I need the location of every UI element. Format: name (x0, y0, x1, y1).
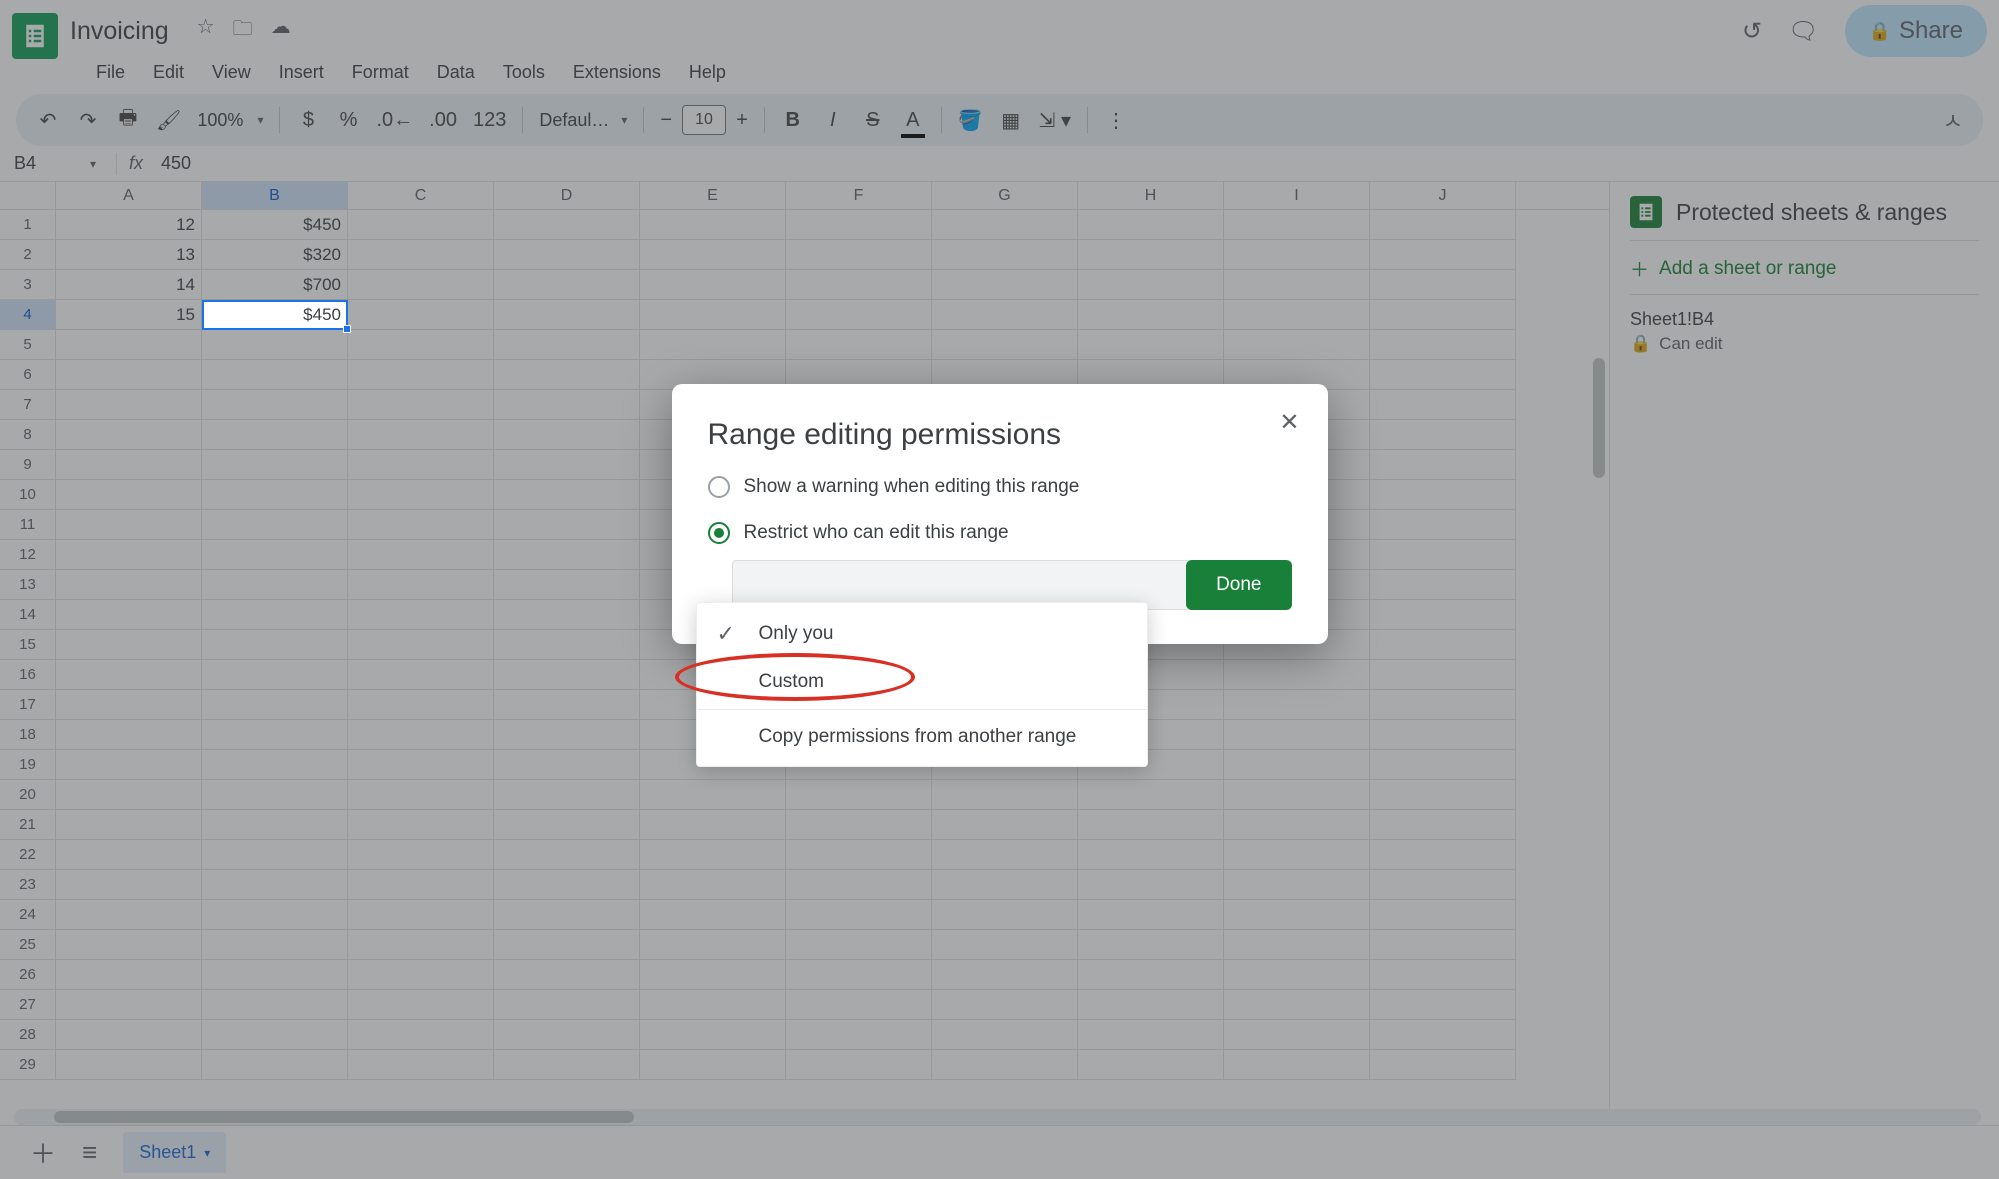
close-icon[interactable]: ✕ (1279, 408, 1299, 437)
dropdown-label: Only you (759, 623, 834, 645)
radio-label: Show a warning when editing this range (744, 476, 1080, 498)
permission-dropdown: ✓ Only you Custom Copy permissions from … (696, 602, 1148, 767)
check-icon: ✓ (717, 621, 741, 647)
selection-handle[interactable] (343, 325, 351, 333)
dropdown-label: Custom (759, 671, 824, 693)
dropdown-copy-permissions[interactable]: Copy permissions from another range (697, 714, 1147, 760)
modal-scrim: Range editing permissions ✕ Show a warni… (0, 0, 1999, 1179)
radio-icon (708, 476, 730, 498)
dropdown-custom[interactable]: Custom (697, 659, 1147, 705)
dropdown-label: Copy permissions from another range (759, 726, 1077, 748)
radio-label: Restrict who can edit this range (744, 522, 1009, 544)
dropdown-only-you[interactable]: ✓ Only you (697, 609, 1147, 659)
range-permissions-dialog: Range editing permissions ✕ Show a warni… (672, 384, 1328, 644)
cell-B4[interactable]: $450 (202, 300, 348, 330)
radio-icon (708, 522, 730, 544)
radio-restrict[interactable]: Restrict who can edit this range (708, 522, 1292, 544)
done-button[interactable]: Done (1186, 560, 1291, 610)
dialog-title: Range editing permissions (708, 418, 1292, 452)
separator (697, 709, 1147, 710)
radio-show-warning[interactable]: Show a warning when editing this range (708, 476, 1292, 498)
